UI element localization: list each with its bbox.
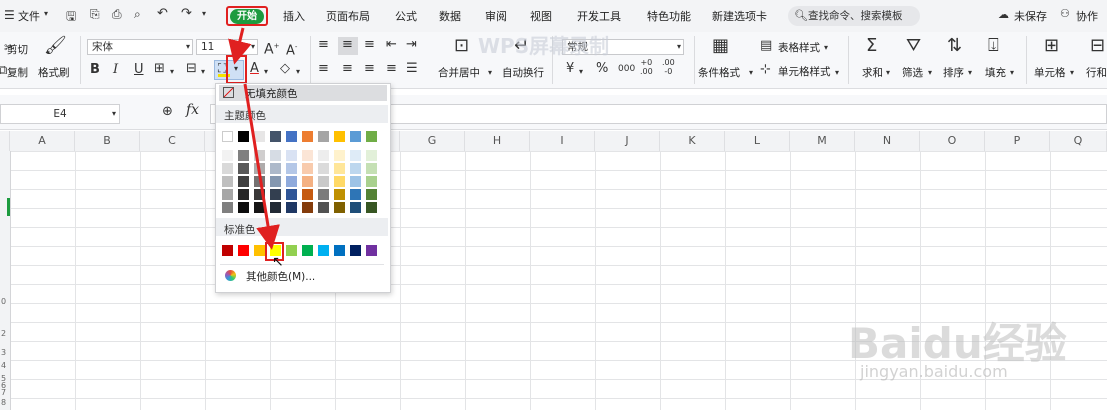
arrow-to-fill-button xyxy=(228,27,252,65)
wps-recording-watermark: WPS屏幕录制 xyxy=(478,34,610,58)
arrow-to-yellow xyxy=(243,83,280,250)
baidu-url-watermark: jingyan.baidu.com xyxy=(860,362,1008,381)
